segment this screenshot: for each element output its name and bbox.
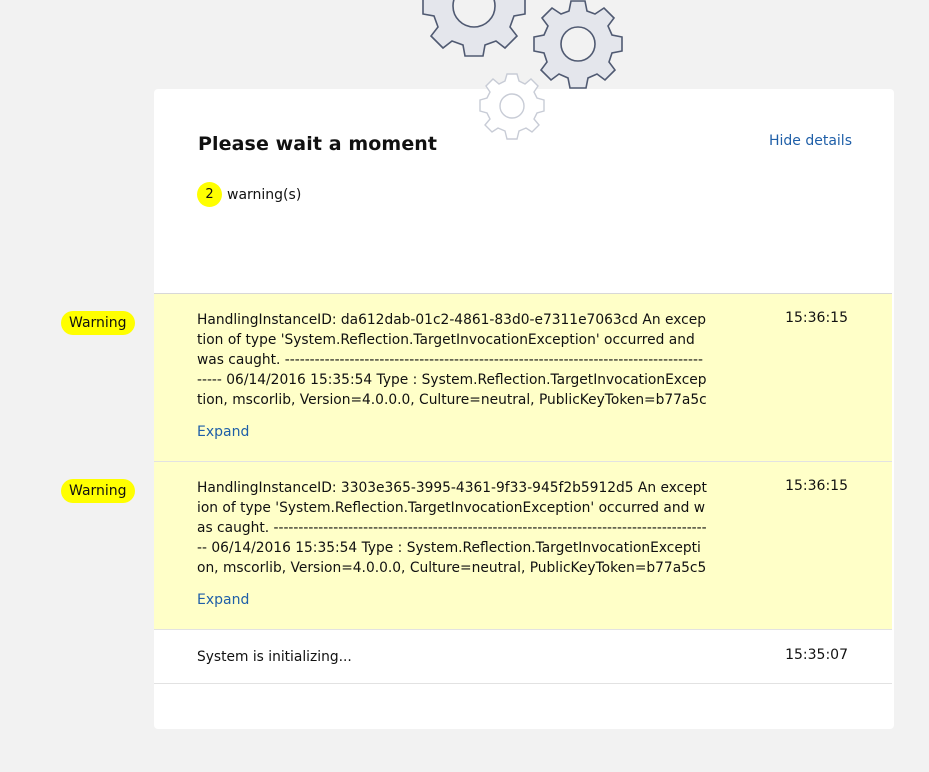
log-list: Warning HandlingInstanceID: da612dab-01c… [61,293,892,684]
log-timestamp: 15:36:15 [785,310,848,326]
log-entry: Warning HandlingInstanceID: 3303e365-399… [61,462,892,630]
hide-details-link[interactable]: Hide details [769,133,852,149]
warning-summary: 2 warning(s) [197,182,301,207]
dialog-title: Please wait a moment [198,133,438,155]
log-timestamp: 15:36:15 [785,478,848,494]
warning-level-badge: Warning [61,311,135,335]
log-entry: System is initializing... 15:35:07 [154,630,892,684]
warning-count-label: warning(s) [227,186,302,203]
expand-link[interactable]: Expand [197,592,249,608]
log-message: System is initializing... [197,649,352,665]
warning-count-badge: 2 [197,182,222,207]
log-message: HandlingInstanceID: 3303e365-3995-4361-9… [197,480,707,576]
progress-dialog: Please wait a moment Hide details 2 warn… [61,89,894,729]
expand-link[interactable]: Expand [197,424,249,440]
log-timestamp: 15:35:07 [785,647,848,663]
warning-level-badge: Warning [61,479,135,503]
log-entry: Warning HandlingInstanceID: da612dab-01c… [61,294,892,462]
log-message: HandlingInstanceID: da612dab-01c2-4861-8… [197,312,707,408]
